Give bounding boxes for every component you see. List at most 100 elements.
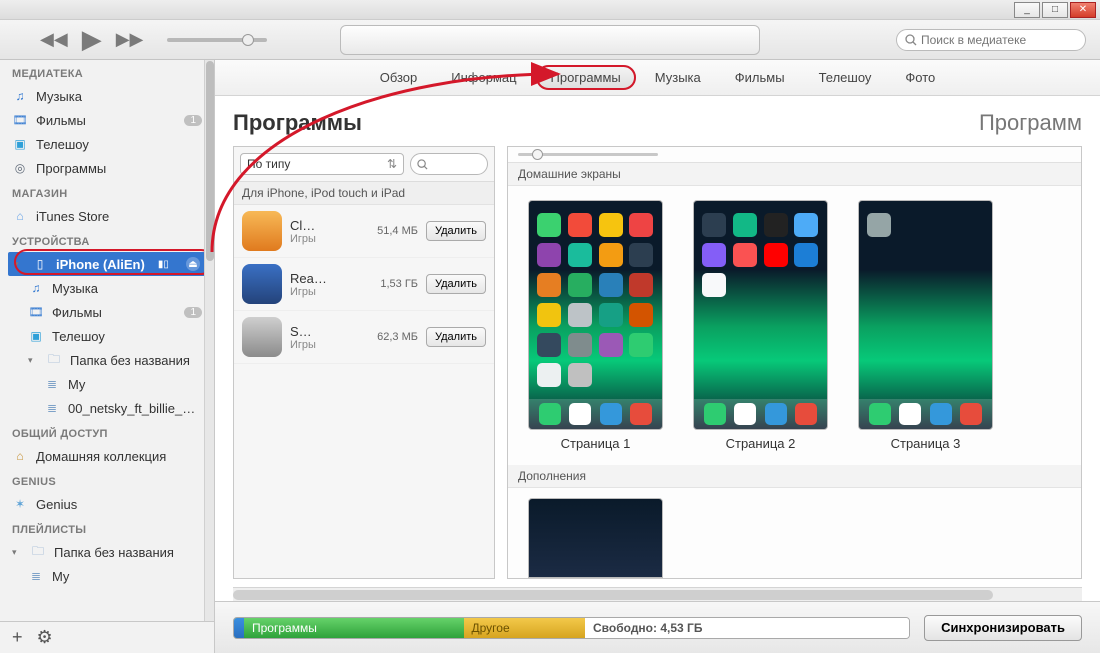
- sidebar-device-playlist-my[interactable]: ≣My: [0, 372, 214, 396]
- app-row[interactable]: S…Игры 62,3 МБ Удалить: [234, 311, 494, 364]
- sidebar-item-apps[interactable]: ◎Программы: [0, 156, 214, 180]
- phone-preview[interactable]: [693, 200, 828, 430]
- zoom-slider[interactable]: [518, 153, 658, 156]
- sidebar-device-tv[interactable]: ▣Телешоу: [0, 324, 214, 348]
- tv-icon: ▣: [12, 136, 28, 152]
- maximize-button[interactable]: □: [1042, 2, 1068, 18]
- folder-icon: 🗀: [46, 352, 62, 368]
- tab-photos[interactable]: Фото: [890, 65, 950, 90]
- search-icon: [905, 34, 917, 46]
- sidebar-item-tv[interactable]: ▣Телешоу: [0, 132, 214, 156]
- player-toolbar: ◀◀ ▶ ▶▶: [0, 20, 1100, 60]
- folder-icon: 🗀: [30, 544, 46, 560]
- playlist-icon: ≣: [28, 568, 44, 584]
- sidebar: МЕДИАТЕКА ♫Музыка 🎞Фильмы1 ▣Телешоу ◎Про…: [0, 60, 215, 653]
- sidebar-item-store[interactable]: ⌂iTunes Store: [0, 204, 214, 228]
- library-search[interactable]: [896, 29, 1086, 51]
- sidebar-device-folder[interactable]: ▾🗀Папка без названия: [0, 348, 214, 372]
- sidebar-item-device[interactable]: ▾ ▯ iPhone (AliEn) ▮▯ ⏏: [8, 252, 206, 276]
- library-search-input[interactable]: [921, 33, 1071, 47]
- sidebar-item-movies[interactable]: 🎞Фильмы1: [0, 108, 214, 132]
- storage-seg-free: Свободно: 4,53 ГБ: [585, 618, 909, 638]
- battery-icon: ▮▯: [158, 259, 169, 270]
- now-playing-display: [340, 25, 760, 55]
- tab-tv[interactable]: Телешоу: [804, 65, 887, 90]
- tab-movies[interactable]: Фильмы: [720, 65, 800, 90]
- next-track-button[interactable]: ▶▶: [116, 29, 144, 50]
- film-icon: 🎞: [28, 304, 44, 320]
- bottom-bar: Программы Другое Свободно: 4,53 ГБ Синхр…: [215, 601, 1100, 653]
- apps-subheader: Для iPhone, iPod touch и iPad: [234, 182, 494, 205]
- home-screen-page[interactable]: Страница 2: [693, 200, 828, 451]
- add-button[interactable]: +: [12, 627, 23, 648]
- chevron-down-icon[interactable]: ▾: [28, 355, 38, 366]
- home-screens-title: Домашние экраны: [508, 163, 1081, 186]
- app-remove-button[interactable]: Удалить: [426, 327, 486, 347]
- sidebar-playlist-folder[interactable]: ▾🗀Папка без названия: [0, 540, 214, 564]
- phone-preview[interactable]: [528, 200, 663, 430]
- extras-preview[interactable]: [528, 498, 663, 578]
- chevron-updown-icon: ⇅: [387, 157, 397, 171]
- tab-apps[interactable]: Программы: [536, 65, 636, 90]
- sidebar-scrollbar[interactable]: [204, 60, 214, 621]
- page-header: Программы Программ: [215, 96, 1100, 146]
- apps-icon: ◎: [12, 160, 28, 176]
- playlist-icon: ≣: [44, 376, 60, 392]
- search-icon: [417, 159, 428, 170]
- settings-gear-icon[interactable]: ⚙: [37, 627, 53, 648]
- apps-search-input[interactable]: [428, 157, 476, 172]
- sidebar-playlist-my[interactable]: ≣My: [0, 564, 214, 588]
- tv-icon: ▣: [28, 328, 44, 344]
- extras-title: Дополнения: [508, 465, 1081, 488]
- prev-track-button[interactable]: ◀◀: [40, 29, 68, 50]
- sidebar-item-music[interactable]: ♫Музыка: [0, 84, 214, 108]
- playlist-icon: ≣: [44, 400, 60, 416]
- storage-bar: Программы Другое Свободно: 4,53 ГБ: [233, 617, 910, 639]
- sidebar-section-playlists: ПЛЕЙЛИСТЫ: [0, 516, 214, 540]
- app-remove-button[interactable]: Удалить: [426, 274, 486, 294]
- store-icon: ⌂: [12, 208, 28, 224]
- sidebar-device-music[interactable]: ♫Музыка: [0, 276, 214, 300]
- sidebar-item-home-sharing[interactable]: ⌂Домашняя коллекция: [0, 444, 214, 468]
- tab-info[interactable]: Информац: [436, 65, 531, 90]
- content-horizontal-scrollbar[interactable]: [233, 587, 1082, 601]
- sidebar-section-genius: GENIUS: [0, 468, 214, 492]
- page-label: Страница 1: [561, 436, 631, 451]
- iphone-icon: ▯: [32, 256, 48, 272]
- sidebar-section-library: МЕДИАТЕКА: [0, 60, 214, 84]
- movies-badge: 1: [184, 115, 202, 126]
- home-screen-page[interactable]: Страница 3: [858, 200, 993, 451]
- page-label: Страница 3: [891, 436, 961, 451]
- sort-dropdown[interactable]: По типу⇅: [240, 153, 404, 175]
- chevron-down-icon[interactable]: ▾: [14, 259, 24, 270]
- app-row[interactable]: Cl…Игры 51,4 МБ Удалить: [234, 205, 494, 258]
- tab-overview[interactable]: Обзор: [365, 65, 433, 90]
- zoom-slider-row: [508, 147, 1081, 163]
- home-screen-page[interactable]: Страница 1: [528, 200, 663, 451]
- app-remove-button[interactable]: Удалить: [426, 221, 486, 241]
- home-icon: ⌂: [12, 448, 28, 464]
- app-icon: [242, 317, 282, 357]
- sidebar-section-devices: УСТРОЙСТВА: [0, 228, 214, 252]
- app-row[interactable]: Rea…Игры 1,53 ГБ Удалить: [234, 258, 494, 311]
- play-button[interactable]: ▶: [82, 24, 102, 55]
- tab-music[interactable]: Музыка: [640, 65, 716, 90]
- volume-slider[interactable]: [167, 38, 267, 42]
- sync-button[interactable]: Синхронизировать: [924, 615, 1082, 641]
- phone-preview[interactable]: [858, 200, 993, 430]
- sidebar-device-track[interactable]: ≣00_netsky_ft_billie_-_we…: [0, 396, 214, 420]
- device-tab-bar: Обзор Информац Программы Музыка Фильмы Т…: [215, 60, 1100, 96]
- sidebar-item-genius[interactable]: ✶Genius: [0, 492, 214, 516]
- sidebar-device-movies[interactable]: 🎞Фильмы1: [0, 300, 214, 324]
- home-screens-pane: Домашние экраны: [507, 146, 1082, 579]
- apps-list-pane: По типу⇅ Для iPhone, iPod touch и iPad C…: [233, 146, 495, 579]
- chevron-down-icon[interactable]: ▾: [12, 547, 22, 558]
- minimize-button[interactable]: _: [1014, 2, 1040, 18]
- close-button[interactable]: ✕: [1070, 2, 1096, 18]
- genius-icon: ✶: [12, 496, 28, 512]
- page-title-right: Программ: [979, 110, 1082, 136]
- apps-search[interactable]: [410, 153, 488, 175]
- eject-button[interactable]: ⏏: [186, 257, 200, 271]
- storage-seg-other: Другое: [464, 618, 586, 638]
- sidebar-section-shared: ОБЩИЙ ДОСТУП: [0, 420, 214, 444]
